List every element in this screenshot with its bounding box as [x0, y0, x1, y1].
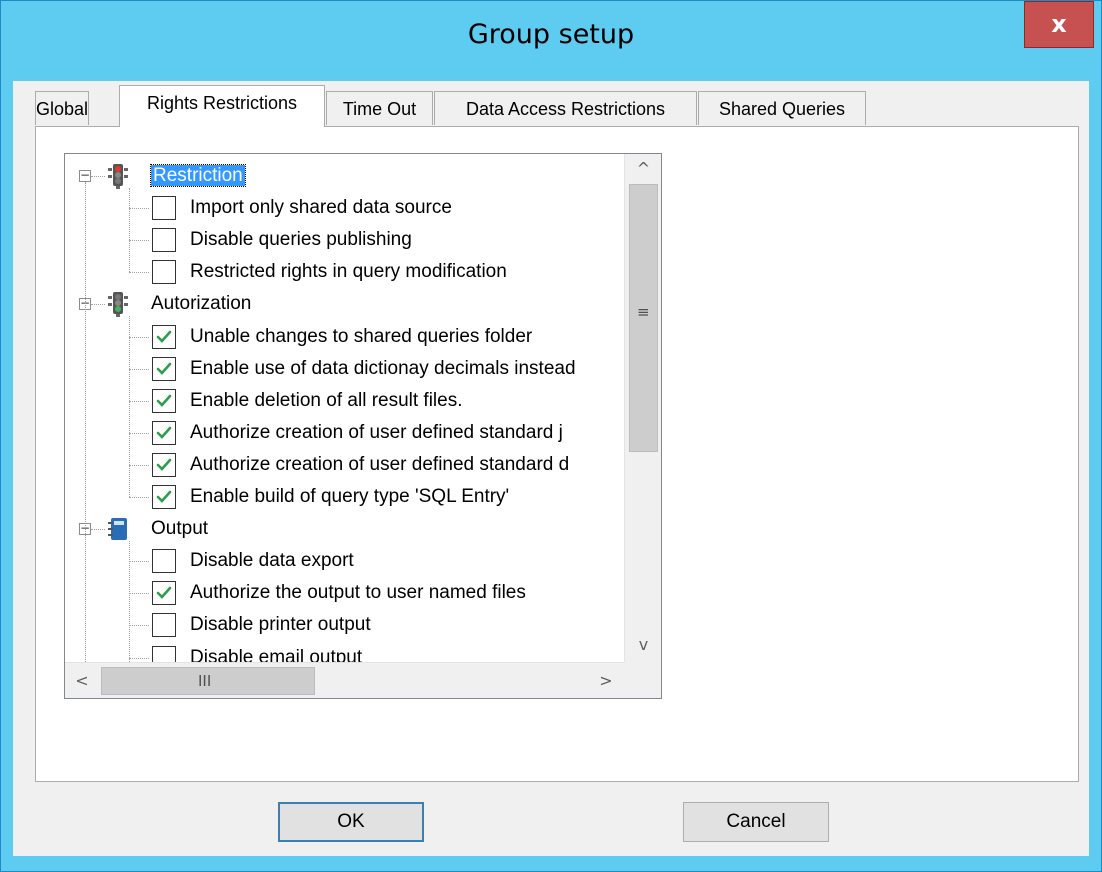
- tree-item-label[interactable]: Enable build of query type 'SQL Entry': [190, 481, 509, 513]
- dialog-client-area: Global Rights Restrictions Time Out Data…: [13, 81, 1089, 856]
- tree-item-label[interactable]: Authorize the output to user named files: [190, 577, 526, 609]
- title-bar[interactable]: Group setup x: [1, 1, 1101, 81]
- tree-connector: [129, 316, 130, 497]
- ok-button[interactable]: OK: [278, 802, 424, 842]
- tree-connector: [129, 464, 149, 466]
- tree-item-label[interactable]: Unable changes to shared queries folder: [190, 321, 532, 353]
- tree-connector: [129, 336, 149, 338]
- tree-connector: [91, 529, 105, 531]
- scroll-down-arrow[interactable]: v: [625, 632, 661, 658]
- checkbox-checked[interactable]: [152, 485, 176, 509]
- scroll-right-arrow[interactable]: >: [593, 667, 619, 695]
- scroll-left-arrow[interactable]: <: [69, 667, 95, 695]
- tree-collapse-icon[interactable]: −: [79, 169, 91, 182]
- checkbox-checked[interactable]: [152, 581, 176, 606]
- close-button[interactable]: x: [1024, 1, 1094, 48]
- tree-connector: [129, 272, 149, 274]
- scroll-grip-icon: ≡: [637, 303, 650, 321]
- tree-group-node[interactable]: Autorization: [151, 288, 251, 320]
- tree-item-label[interactable]: Authorize creation of user defined stand…: [190, 449, 569, 481]
- horizontal-scroll-thumb[interactable]: III: [101, 667, 315, 695]
- scrollbar-corner: [624, 662, 661, 698]
- scroll-grip-icon: III: [198, 672, 212, 690]
- checkbox-unchecked[interactable]: [152, 549, 176, 574]
- tree-connector: [85, 182, 86, 662]
- checkbox-checked[interactable]: [152, 452, 176, 477]
- cancel-button[interactable]: Cancel: [683, 802, 829, 842]
- tree-item-label[interactable]: Authorize creation of user defined stand…: [190, 417, 563, 449]
- vertical-scroll-thumb[interactable]: ≡: [629, 184, 658, 452]
- tree-connector: [129, 368, 149, 370]
- tab-time-out[interactable]: Time Out: [326, 91, 433, 125]
- tree-group-node[interactable]: Output: [151, 513, 208, 545]
- tree-content: − Restriction Import only shared data sour…: [65, 154, 625, 662]
- tab-rights-restrictions[interactable]: Rights Restrictions: [119, 85, 325, 127]
- tree-connector: [91, 176, 105, 177]
- checkbox-checked[interactable]: [152, 324, 176, 349]
- tree-connector: [129, 497, 149, 498]
- tree-item-label[interactable]: Import only shared data source: [190, 192, 452, 224]
- traffic-light-green-icon: [107, 291, 129, 318]
- tree-group-label: Output: [151, 518, 209, 540]
- tree-connector: [129, 188, 130, 273]
- traffic-light-red-icon: [107, 163, 129, 189]
- checkbox-checked[interactable]: [152, 388, 176, 413]
- horizontal-scrollbar[interactable]: < III >: [65, 662, 624, 698]
- tree-connector: [129, 625, 149, 627]
- tree-group-label: Restriction: [150, 164, 246, 187]
- tab-panel: − Restriction Import only shared data sour…: [35, 126, 1079, 782]
- tree-connector: [129, 541, 130, 662]
- tree-group-label: Autorization: [151, 293, 252, 315]
- tab-global[interactable]: Global: [35, 91, 89, 125]
- tree-item-label[interactable]: Enable deletion of all result files.: [190, 385, 463, 417]
- output-notebook-icon: [107, 516, 129, 542]
- tree-item-label[interactable]: Disable email output: [190, 642, 362, 663]
- tree-item-label[interactable]: Disable queries publishing: [190, 224, 412, 256]
- checkbox-checked[interactable]: [152, 420, 176, 445]
- tree-connector: [129, 400, 149, 402]
- checkbox-unchecked[interactable]: [152, 613, 176, 638]
- tree-connector: [129, 432, 149, 434]
- scroll-up-arrow[interactable]: ^: [625, 156, 661, 182]
- checkbox-unchecked[interactable]: [152, 196, 176, 221]
- checkbox-checked[interactable]: [152, 356, 176, 381]
- checkbox-unchecked[interactable]: [152, 645, 176, 662]
- dialog-window: Group setup x Global Rights Restrictions…: [0, 0, 1102, 872]
- rights-tree-view[interactable]: − Restriction Import only shared data sour…: [64, 153, 662, 699]
- tree-connector: [129, 240, 149, 242]
- tree-item-label[interactable]: Restricted rights in query modification: [190, 256, 507, 288]
- checkbox-unchecked[interactable]: [152, 260, 176, 285]
- tree-item-label[interactable]: Disable data export: [190, 545, 354, 577]
- checkbox-unchecked[interactable]: [152, 228, 176, 253]
- tree-connector: [129, 657, 149, 659]
- tree-connector: [129, 561, 149, 563]
- tree-connector: [129, 593, 149, 595]
- tab-data-access-restrictions[interactable]: Data Access Restrictions: [434, 91, 697, 125]
- tab-shared-queries[interactable]: Shared Queries: [698, 91, 866, 125]
- tree-connector: [91, 304, 105, 306]
- tree-connector: [129, 208, 149, 210]
- tree-item-label[interactable]: Enable use of data dictionay decimals in…: [190, 353, 576, 385]
- tree-group-node[interactable]: Restriction: [150, 160, 246, 192]
- vertical-scrollbar[interactable]: ^ ≡ v: [624, 154, 661, 662]
- tree-item-label[interactable]: Disable printer output: [190, 609, 371, 641]
- window-title: Group setup: [467, 19, 635, 50]
